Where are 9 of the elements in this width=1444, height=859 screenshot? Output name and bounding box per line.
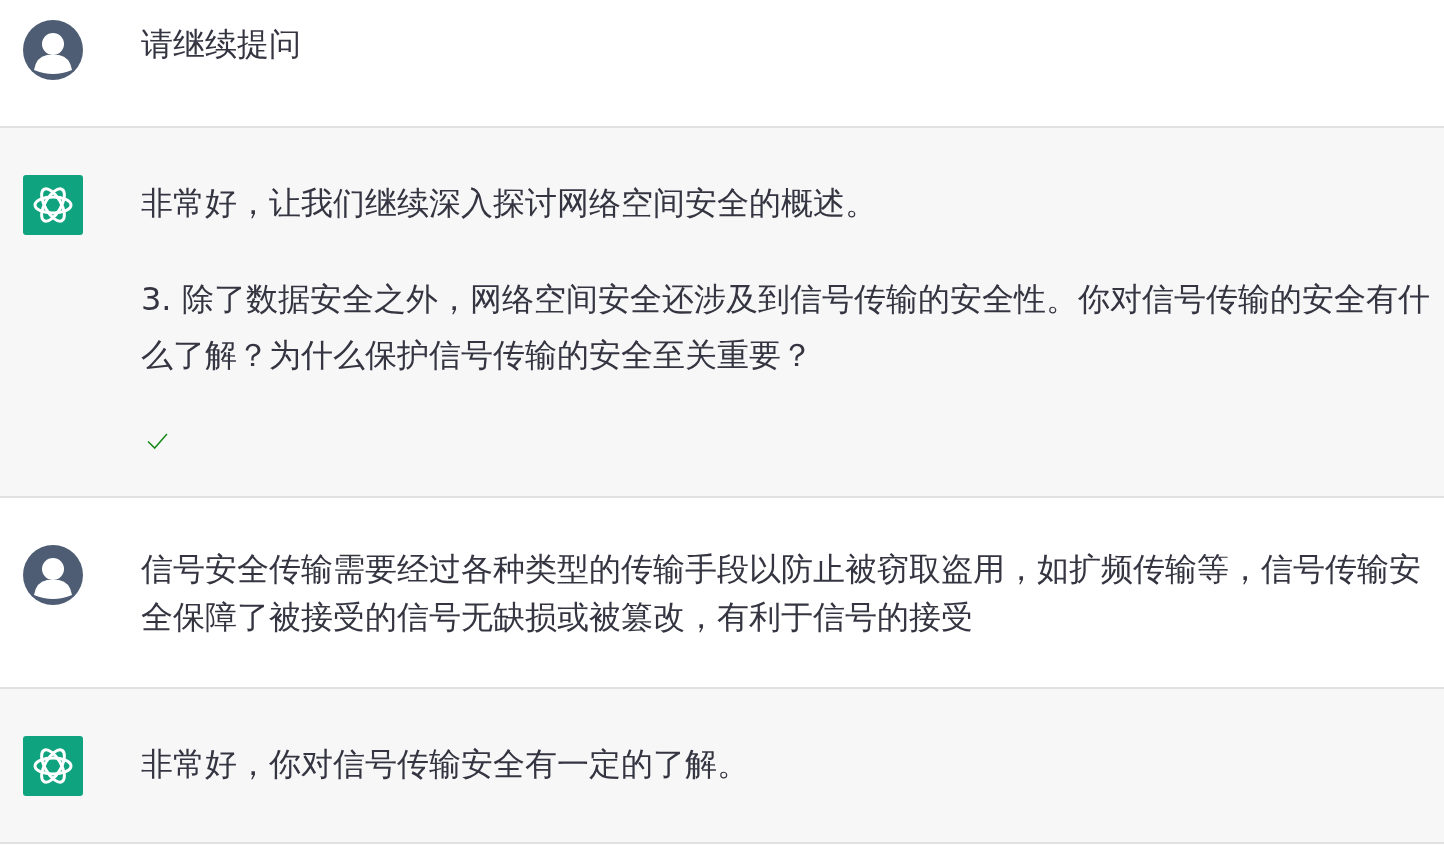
user-avatar-icon [23, 20, 83, 80]
assistant-logo-icon [23, 175, 83, 235]
message-text: 非常好，让我们继续深入探讨网络空间安全的概述。 [141, 183, 878, 224]
message-text: 3. 除了数据安全之外，网络空间安全还涉及到信号传输的安全性。你对信号传输的安全有什么了解？为什么保护信号传输的安全至关重要？ [141, 279, 1431, 376]
message-text: 信号安全传输需要经过各种类型的传输手段以防止被窃取盗用，如扩频传输等，信号传输安全保障了被接受的信号无缺损或被篡改，有利于信号的接受 [141, 549, 1422, 638]
message-text: 非常好，你对信号传输安全有一定的了解。 [141, 744, 750, 785]
message-text: 请继续提问 [141, 24, 302, 65]
user-avatar-icon [23, 545, 83, 605]
assistant-logo-icon [23, 736, 83, 796]
